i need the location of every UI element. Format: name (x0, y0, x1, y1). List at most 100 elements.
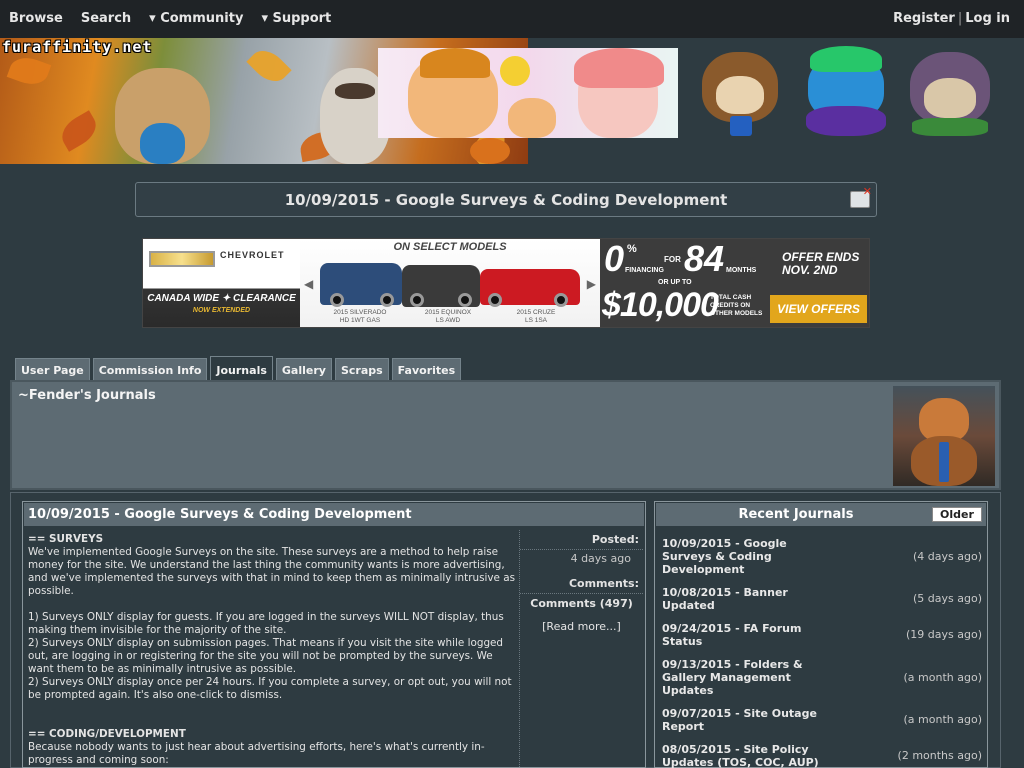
avatar-body (912, 118, 988, 136)
recent-journal-item[interactable]: 10/08/2015 - Banner Updated (5 days ago) (662, 586, 982, 612)
comments-label: Comments: (568, 577, 639, 590)
recent-journal-title[interactable]: 10/08/2015 - Banner Updated (662, 586, 820, 612)
journal-paragraph: 1) Surveys ONLY display for guests. If y… (28, 611, 504, 636)
avatar-face (924, 78, 976, 118)
journal-meta: Posted: 4 days ago Comments: Comments (4… (519, 530, 643, 768)
ad-cash-note: TOTAL CASH CREDITS ON OTHER MODELS (710, 294, 763, 317)
recent-journal-age: (a month ago) (903, 671, 982, 684)
comic-character-hair (420, 48, 490, 78)
ad-months: MONTHS (726, 267, 757, 274)
wheel-graphic (458, 293, 472, 307)
report-icon[interactable] (850, 185, 872, 208)
wheel-graphic (380, 293, 394, 307)
nav-support-dropdown[interactable]: ▾ Support (261, 11, 331, 26)
comments-link[interactable]: Comments (497) (520, 593, 643, 610)
profile-tabs: User Page Commission Info Journals Galle… (15, 356, 462, 380)
recent-journal-item[interactable]: 10/09/2015 - Google Surveys & Coding Dev… (662, 537, 982, 576)
leaf-graphic (56, 110, 102, 152)
chevrolet-bowtie-icon (149, 251, 215, 267)
journal-paragraph (28, 702, 516, 715)
featured-avatar-2[interactable] (800, 46, 892, 138)
journal-paragraph (28, 715, 516, 728)
ad-cars-panel: ON SELECT MODELS ◀ ▶ 2015 SILVERADO HD 1… (300, 239, 600, 327)
journal-title-box: 10/09/2015 - Google Surveys & Coding Dev… (135, 182, 877, 217)
ad-tagline: CANADA WIDE ✦ CLEARANCE (147, 293, 296, 304)
recent-journal-age: (2 months ago) (897, 749, 982, 762)
blue-scarf (140, 123, 185, 164)
journal-paragraph: We've implemented Google Surveys on the … (28, 546, 515, 597)
featured-avatar-1[interactable] (694, 46, 786, 138)
site-logo[interactable]: furaffinity.net (2, 38, 152, 56)
ad-prev-arrow-icon[interactable]: ◀ (304, 277, 313, 291)
tab-user-page[interactable]: User Page (15, 358, 90, 380)
ad-rate: 0 (604, 238, 625, 279)
wheel-graphic (330, 293, 344, 307)
leaf-graphic (6, 52, 52, 90)
journal-paragraph: 2) Surveys ONLY display on submission pa… (28, 637, 504, 675)
nav-account-group: Register | Log in (893, 11, 1010, 26)
recent-journal-age: (a month ago) (903, 713, 982, 726)
journal-paragraph (28, 598, 516, 611)
comic-character-hand (508, 98, 556, 138)
recent-journals-header: Recent Journals Older (656, 503, 986, 526)
journal-paragraph: 2) Surveys ONLY display once per 24 hour… (28, 676, 512, 701)
tab-commission-info[interactable]: Commission Info (92, 358, 208, 380)
ad-model-label: 2015 CRUZE LS 1SA (516, 309, 556, 324)
recent-journal-item[interactable]: 09/07/2015 - Site Outage Report (a month … (662, 707, 982, 733)
ad-model-label: 2015 EQUINOX LS AWD (424, 309, 472, 324)
speech-bubble-icon (500, 56, 530, 86)
read-more-link[interactable]: [Read more...] (520, 620, 643, 633)
advertisement-banner[interactable]: CHEVROLET CANADA WIDE ✦ CLEARANCE NOW EX… (142, 238, 870, 328)
journal-header: 10/09/2015 - Google Surveys & Coding Dev… (24, 503, 644, 526)
user-avatar[interactable] (893, 386, 995, 486)
recent-journal-title[interactable]: 10/09/2015 - Google Surveys & Coding Dev… (662, 537, 820, 576)
recent-journal-title[interactable]: 09/13/2015 - Folders & Gallery Managemen… (662, 658, 820, 697)
nav-left-group: Browse Search ▾ Community ▾ Support (9, 11, 331, 26)
older-button[interactable]: Older (932, 507, 982, 522)
recent-journal-title[interactable]: 09/24/2015 - FA Forum Status (662, 622, 820, 648)
wheel-graphic (410, 293, 424, 307)
recent-journal-item[interactable]: 08/05/2015 - Site Policy Updates (TOS, C… (662, 743, 982, 768)
featured-avatar-3[interactable] (904, 46, 996, 138)
recent-journal-title[interactable]: 09/07/2015 - Site Outage Report (662, 707, 820, 733)
recent-journals-title: Recent Journals (738, 507, 854, 522)
nav-separator: | (957, 11, 963, 26)
ad-next-arrow-icon[interactable]: ▶ (587, 277, 596, 291)
ad-offer-ends: OFFER ENDS NOV. 2ND (782, 250, 860, 277)
ad-brand-name: CHEVROLET (220, 250, 285, 260)
journal-paragraph: Because nobody wants to just hear about … (28, 741, 485, 766)
top-navigation-bar: Browse Search ▾ Community ▾ Support Regi… (0, 0, 1024, 38)
profile-title: ~Fender's Journals (18, 388, 156, 403)
nav-community-dropdown[interactable]: ▾ Community (149, 11, 243, 26)
recent-journal-age: (4 days ago) (913, 550, 982, 563)
recent-journal-item[interactable]: 09/24/2015 - FA Forum Status (19 days ago… (662, 622, 982, 648)
posted-value: 4 days ago (520, 549, 643, 565)
ad-for: FOR (664, 255, 681, 264)
journal-paragraph: == SURVEYS (28, 533, 104, 545)
login-link[interactable]: Log in (965, 11, 1010, 26)
tab-gallery[interactable]: Gallery (275, 358, 332, 380)
ad-headline: ON SELECT MODELS (393, 241, 507, 253)
avatar-tie (939, 442, 949, 482)
nav-browse-link[interactable]: Browse (9, 11, 63, 26)
wheel-graphic (488, 293, 502, 307)
nav-search-link[interactable]: Search (81, 11, 131, 26)
tab-favorites[interactable]: Favorites (391, 358, 462, 380)
ad-cash-amount: $10,000 (602, 286, 719, 324)
recent-journal-title[interactable]: 08/05/2015 - Site Policy Updates (TOS, C… (662, 743, 820, 768)
comic-character-hair (574, 48, 664, 88)
register-link[interactable]: Register (893, 11, 955, 26)
recent-journal-age: (19 days ago) (906, 628, 982, 641)
posted-label: Posted: (591, 533, 639, 546)
tab-scraps[interactable]: Scraps (334, 358, 389, 380)
recent-journals-panel: Recent Journals Older 10/09/2015 - Googl… (654, 501, 988, 768)
wheel-graphic (554, 293, 568, 307)
tab-journals[interactable]: Journals (210, 356, 273, 380)
recent-journal-item[interactable]: 09/13/2015 - Folders & Gallery Managemen… (662, 658, 982, 697)
ferret-mask (335, 83, 375, 99)
journal-heading: 10/09/2015 - Google Surveys & Coding Dev… (28, 507, 412, 522)
ad-brand-panel: CHEVROLET CANADA WIDE ✦ CLEARANCE NOW EX… (143, 239, 300, 327)
ad-view-offers-button[interactable]: VIEW OFFERS (770, 295, 867, 323)
journal-body: == SURVEYS We've implemented Google Surve… (28, 533, 516, 767)
avatar-tie (730, 116, 752, 136)
